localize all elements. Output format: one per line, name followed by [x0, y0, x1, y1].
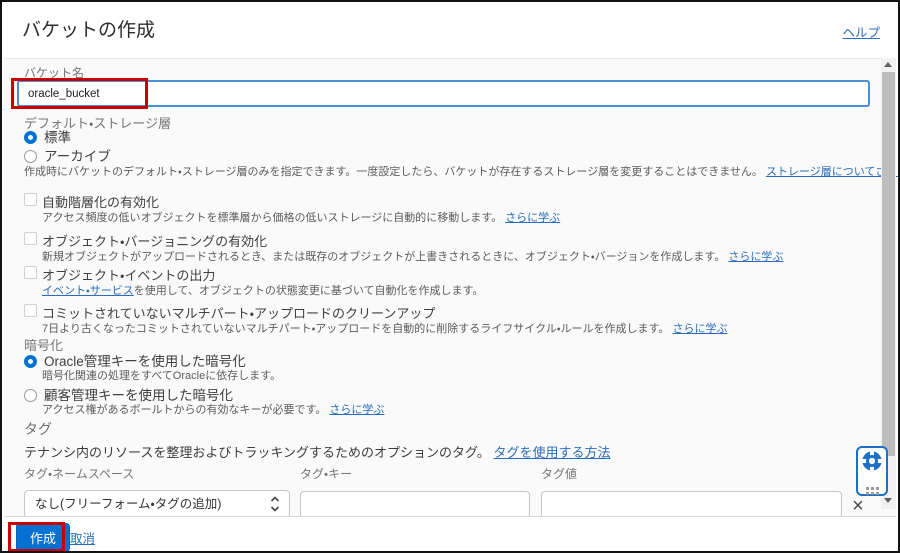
tags-intro: テナンシ内のリソースを整理およびトラッキングするためのオプションのタグ。 タグを… [24, 445, 611, 460]
tag-value-input[interactable] [541, 491, 842, 518]
drag-handle-dots-icon[interactable] [865, 487, 879, 495]
cancel-link[interactable]: 取消 [70, 528, 95, 547]
radio-unselected-icon [24, 150, 37, 163]
radio-unselected-icon [24, 389, 37, 402]
create-bucket-dialog: バケットの作成 ヘルプ バケット名 デフォルト・ストレージ層 標準 アーカイブ … [0, 0, 900, 553]
radio-standard-tier[interactable]: 標準 [24, 126, 71, 145]
radio-customer-managed-keys[interactable]: 顧客管理キーを使用した暗号化 [24, 384, 233, 403]
checkbox-auto-tiering[interactable] [24, 193, 37, 206]
help-link[interactable]: ヘルプ [842, 22, 880, 41]
tag-key-input[interactable] [300, 491, 530, 518]
bucket-name-input[interactable] [17, 80, 870, 107]
vertical-scrollbar[interactable] [881, 58, 896, 509]
option-description: イベント・サービスを使用して、オブジェクトの状態変更に基づいて自動化を作成します… [42, 285, 484, 297]
tag-namespace-select[interactable]: なし(フリーフォーム・タグの追加) [24, 490, 290, 518]
tags-section-label: タグ [24, 421, 52, 437]
learn-more-link[interactable]: さらに学ぶ [728, 251, 783, 263]
scroll-down-icon[interactable] [884, 498, 892, 503]
page-title: バケットの作成 [22, 20, 156, 41]
oracle-keys-description: 暗号化関連の処理をすべてOracleに依存します。 [42, 370, 282, 382]
dialog-footer: 作成 取消 [4, 516, 896, 551]
scrollbar-thumb[interactable] [882, 72, 895, 456]
create-button[interactable]: 作成 [16, 523, 71, 551]
storage-tier-learn-link[interactable]: ストレージ層についてさらに学習します [766, 166, 898, 178]
life-buoy-icon [861, 450, 883, 472]
radio-selected-icon [24, 131, 37, 144]
dialog-header: バケットの作成 ヘルプ [2, 2, 898, 57]
radio-standard-label: 標準 [44, 130, 71, 145]
bucket-name-label: バケット名 [24, 66, 85, 80]
customer-keys-description: アクセス権があるボールトからの有効なキーが必要です。 さらに学ぶ [42, 404, 385, 416]
option-description: 新規オブジェクトがアップロードされるとき、または既存のオブジェクトが上書きされる… [42, 251, 784, 263]
scroll-up-icon[interactable] [884, 62, 892, 67]
tag-key-label: タグ・キー [300, 467, 353, 481]
option-description: アクセス頻度の低いオブジェクトを標準層から価格の低いストレージに自動的に移動しま… [42, 212, 561, 224]
tag-value-label: タグ値 [541, 467, 578, 481]
option-description: 7日より古くなったコミットされていないマルチパート・アップロードを自動的に削除す… [42, 323, 728, 335]
radio-selected-icon [24, 355, 37, 368]
checkbox-object-versioning[interactable] [24, 232, 37, 245]
events-service-link[interactable]: イベント・サービス [42, 285, 134, 297]
radio-archive-label: アーカイブ [44, 149, 111, 164]
learn-more-link[interactable]: さらに学ぶ [672, 323, 727, 335]
radio-oracle-managed-keys[interactable]: Oracle管理キーを使用した暗号化 [24, 350, 246, 369]
learn-more-link[interactable]: さらに学ぶ [505, 212, 560, 224]
dialog-body: バケット名 デフォルト・ストレージ層 標準 アーカイブ 作成時にバケットのデフォ… [4, 58, 898, 518]
remove-tag-row-icon[interactable]: × [847, 495, 869, 517]
floating-help-widget[interactable] [856, 446, 888, 496]
storage-tier-note: 作成時にバケットのデフォルト・ストレージ層のみを指定できます。一度設定したら、バ… [24, 163, 898, 179]
checkbox-emit-object-events[interactable] [24, 266, 37, 279]
tag-namespace-label: タグ・ネームスペース [24, 467, 135, 481]
how-to-use-tags-link[interactable]: タグを使用する方法 [494, 445, 611, 460]
learn-more-link[interactable]: さらに学ぶ [329, 404, 384, 416]
checkbox-multipart-cleanup[interactable] [24, 304, 37, 317]
tag-namespace-selected-value: なし(フリーフォーム・タグの追加) [35, 497, 222, 511]
radio-archive-tier[interactable]: アーカイブ [24, 145, 111, 164]
